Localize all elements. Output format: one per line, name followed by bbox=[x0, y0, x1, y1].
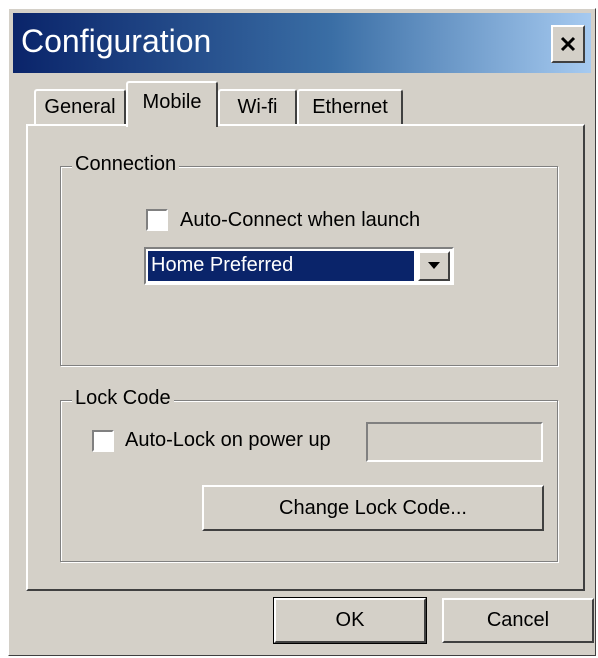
auto-connect-label[interactable]: Auto-Connect when launch bbox=[180, 208, 420, 232]
mobile-tab-panel: Connection Auto-Connect when launch Home… bbox=[26, 124, 585, 591]
tab-wifi[interactable]: Wi-fi bbox=[218, 89, 297, 124]
title-bar[interactable]: Configuration bbox=[13, 13, 591, 73]
change-lock-code-button[interactable]: Change Lock Code... bbox=[202, 485, 544, 531]
connection-group-label: Connection bbox=[72, 153, 180, 175]
window-title: Configuration bbox=[21, 23, 212, 59]
close-icon bbox=[559, 35, 577, 53]
tab-label: General bbox=[44, 96, 116, 118]
ok-label: OK bbox=[335, 609, 365, 631]
cancel-button[interactable]: Cancel bbox=[442, 598, 594, 643]
auto-connect-checkbox[interactable] bbox=[146, 209, 168, 231]
ok-button[interactable]: OK bbox=[273, 597, 427, 644]
tab-label: Mobile bbox=[142, 91, 202, 113]
lock-code-group-label: Lock Code bbox=[72, 387, 174, 409]
tab-label: Wi-fi bbox=[237, 96, 278, 118]
change-lock-code-label: Change Lock Code... bbox=[279, 496, 467, 519]
tab-general[interactable]: General bbox=[34, 89, 126, 124]
configuration-dialog: Configuration General Mobile Wi-fi Ether… bbox=[8, 8, 596, 656]
tab-mobile[interactable]: Mobile bbox=[126, 81, 218, 127]
tab-ethernet[interactable]: Ethernet bbox=[297, 89, 403, 124]
auto-lock-checkbox[interactable] bbox=[92, 430, 114, 452]
auto-lock-label[interactable]: Auto-Lock on power up bbox=[125, 428, 331, 452]
cancel-label: Cancel bbox=[486, 609, 550, 631]
lock-code-field[interactable] bbox=[366, 422, 543, 462]
tab-label: Ethernet bbox=[312, 96, 388, 118]
chevron-down-icon bbox=[428, 257, 440, 275]
connection-mode-select[interactable]: Home Preferred bbox=[144, 247, 454, 285]
close-button[interactable] bbox=[551, 25, 585, 63]
connection-mode-value: Home Preferred bbox=[148, 251, 414, 281]
dropdown-button[interactable] bbox=[418, 251, 450, 281]
